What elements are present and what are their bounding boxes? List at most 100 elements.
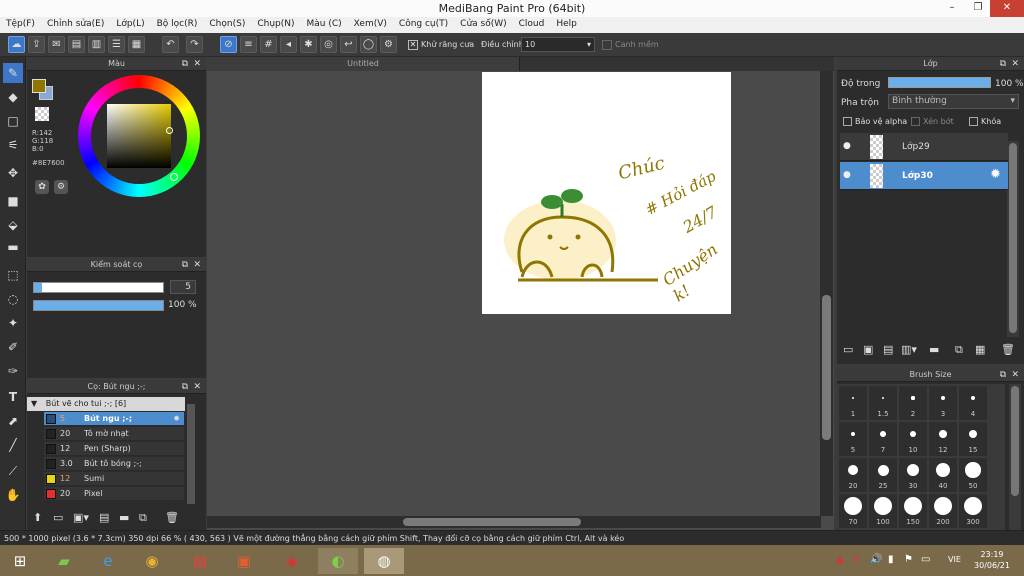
- brush-size-cell[interactable]: 70: [839, 494, 867, 528]
- menu-file[interactable]: Tệp(F): [0, 17, 41, 29]
- radial-snap-icon[interactable]: ✱: [300, 36, 317, 53]
- brush-size-cell[interactable]: 150: [899, 494, 927, 528]
- brush-menu-icon[interactable]: ▣▾: [73, 511, 89, 524]
- office-icon[interactable]: ▣: [224, 548, 264, 574]
- undock-icon[interactable]: ⧉: [182, 380, 188, 394]
- undock-icon[interactable]: ⧉: [1000, 368, 1006, 382]
- menu-window[interactable]: Cửa số(W): [454, 17, 512, 29]
- horizontal-scrollbar[interactable]: [207, 516, 821, 528]
- settings-icon[interactable]: ⚙: [380, 36, 397, 53]
- brush-item[interactable]: 3.0 Bút tô bóng ;-;: [44, 457, 184, 471]
- chat-icon[interactable]: ▤: [68, 36, 85, 53]
- bluestacks-icon[interactable]: ▰: [44, 548, 84, 574]
- divide-tool-icon[interactable]: ╱: [3, 435, 23, 455]
- brush-size-cell[interactable]: 20: [839, 458, 867, 492]
- brush-size-value[interactable]: 5: [170, 280, 196, 294]
- merge-layer-icon[interactable]: ▦: [975, 343, 985, 356]
- brush-size-cell[interactable]: 12: [929, 422, 957, 456]
- brush-size-cell[interactable]: 40: [929, 458, 957, 492]
- brush-size-cell[interactable]: 1: [839, 386, 867, 420]
- dot-tool-icon[interactable]: □: [3, 111, 23, 131]
- tray-app-icon[interactable]: ▲: [836, 554, 844, 565]
- redo-icon[interactable]: ↷: [186, 36, 203, 53]
- vertical-scroll-thumb[interactable]: [822, 295, 831, 440]
- undock-icon[interactable]: ⧉: [182, 258, 188, 272]
- brush-tool-icon[interactable]: ✎: [3, 63, 23, 83]
- new-layer-icon[interactable]: ▭: [843, 343, 853, 356]
- brush-copy-icon[interactable]: ▤: [99, 511, 109, 524]
- move-tool-icon[interactable]: ✥: [3, 163, 23, 183]
- lasso-select-icon[interactable]: ◌: [3, 289, 23, 309]
- color-settings-icon[interactable]: ⚙: [54, 180, 68, 194]
- close-icon[interactable]: ✕: [193, 380, 201, 394]
- flag-icon[interactable]: ⚑: [904, 554, 913, 565]
- brush-size-cell[interactable]: 100: [869, 494, 897, 528]
- brush-size-cell[interactable]: 3: [929, 386, 957, 420]
- new-8bit-layer-icon[interactable]: ▤: [883, 343, 893, 356]
- lock-checkbox[interactable]: [969, 117, 978, 126]
- brush-size-cell[interactable]: 7: [869, 422, 897, 456]
- battery-icon[interactable]: ▭: [921, 554, 930, 565]
- page-icon[interactable]: ▥: [88, 36, 105, 53]
- brush-size-cell[interactable]: 200: [929, 494, 957, 528]
- clipping-checkbox[interactable]: [911, 117, 920, 126]
- trash-icon[interactable]: 🗑: [1001, 343, 1015, 356]
- brush-item[interactable]: 12 Sumi: [44, 472, 184, 486]
- trash-icon[interactable]: 🗑: [165, 511, 179, 524]
- canvas-paper[interactable]: Chúc # Hỏi đáp 24/7 Chuyện k!: [482, 72, 731, 314]
- network-icon[interactable]: ▮: [888, 554, 894, 565]
- brush-size-cell[interactable]: 25: [869, 458, 897, 492]
- close-icon[interactable]: ✕: [1011, 368, 1019, 382]
- folder-icon[interactable]: ▬: [929, 343, 939, 356]
- menu-select[interactable]: Chọn(S): [203, 17, 251, 29]
- chrome-icon[interactable]: ◉: [132, 548, 172, 574]
- close-button[interactable]: ✕: [990, 0, 1024, 17]
- cloud-icon[interactable]: ☁: [8, 36, 25, 53]
- brush-item[interactable]: 20 Pixel: [44, 487, 184, 501]
- brush-size-cell[interactable]: 5: [839, 422, 867, 456]
- language-indicator[interactable]: VIE: [948, 555, 961, 564]
- edge-icon[interactable]: e: [88, 548, 128, 574]
- new-halftone-layer-icon[interactable]: ▣: [863, 343, 873, 356]
- undock-icon[interactable]: ⧉: [1000, 57, 1006, 71]
- correction-select[interactable]: 10 ▾: [521, 37, 595, 52]
- duplicate-layer-icon[interactable]: ⧉: [955, 343, 963, 357]
- menu-edit[interactable]: Chỉnh sửa(E): [41, 17, 110, 29]
- document-tab[interactable]: Untitled: [207, 57, 520, 71]
- antialias-checkbox[interactable]: ✕: [408, 40, 418, 50]
- brush-size-cell[interactable]: 10: [899, 422, 927, 456]
- brush-size-slider[interactable]: [33, 282, 164, 293]
- menu-filter[interactable]: Bộ lọc(R): [151, 17, 204, 29]
- vertical-scrollbar[interactable]: [820, 71, 833, 516]
- curve-snap-icon[interactable]: ↩: [340, 36, 357, 53]
- brush-item[interactable]: 20 Tô mờ nhạt: [44, 427, 184, 441]
- close-icon[interactable]: ✕: [1011, 57, 1019, 71]
- brush-scrollbar[interactable]: [187, 404, 195, 504]
- menu-view[interactable]: Xem(V): [348, 17, 393, 29]
- circle-snap-icon[interactable]: ◎: [320, 36, 337, 53]
- brush-size-cell[interactable]: 30: [899, 458, 927, 492]
- bucket-tool-icon[interactable]: ⬙: [3, 215, 23, 235]
- menu-snap[interactable]: Chụp(N): [251, 17, 300, 29]
- add-brush-icon[interactable]: ⬆: [33, 511, 42, 524]
- brush-item[interactable]: 5 Bút ngu ;-; ✹: [44, 412, 184, 426]
- minimize-button[interactable]: –: [940, 0, 964, 17]
- folder-icon[interactable]: ▬: [119, 511, 129, 524]
- operation-tool-icon[interactable]: ⬈: [3, 411, 23, 431]
- close-icon[interactable]: ✕: [193, 57, 201, 71]
- list-icon[interactable]: ☰: [108, 36, 125, 53]
- duplicate-icon[interactable]: ⧉: [139, 511, 147, 525]
- select-pen-icon[interactable]: ✐: [3, 337, 23, 357]
- gear-icon[interactable]: ✹: [990, 167, 1001, 182]
- comment-icon[interactable]: ✉: [48, 36, 65, 53]
- rect-select-icon[interactable]: ⬚: [3, 265, 23, 285]
- add-layer-menu-icon[interactable]: ▥▾: [901, 343, 917, 356]
- close-icon[interactable]: ✕: [193, 258, 201, 272]
- eye-icon[interactable]: ●: [843, 141, 851, 151]
- layer-row-selected[interactable]: ● Lớp30 ✹: [840, 162, 1008, 190]
- restore-button[interactable]: ❐: [966, 0, 990, 17]
- fill-shape-icon[interactable]: ■: [3, 191, 23, 211]
- brush-item[interactable]: 12 Pen (Sharp): [44, 442, 184, 456]
- brush-opacity-slider[interactable]: [33, 300, 164, 311]
- menu-color[interactable]: Màu (C): [301, 17, 348, 29]
